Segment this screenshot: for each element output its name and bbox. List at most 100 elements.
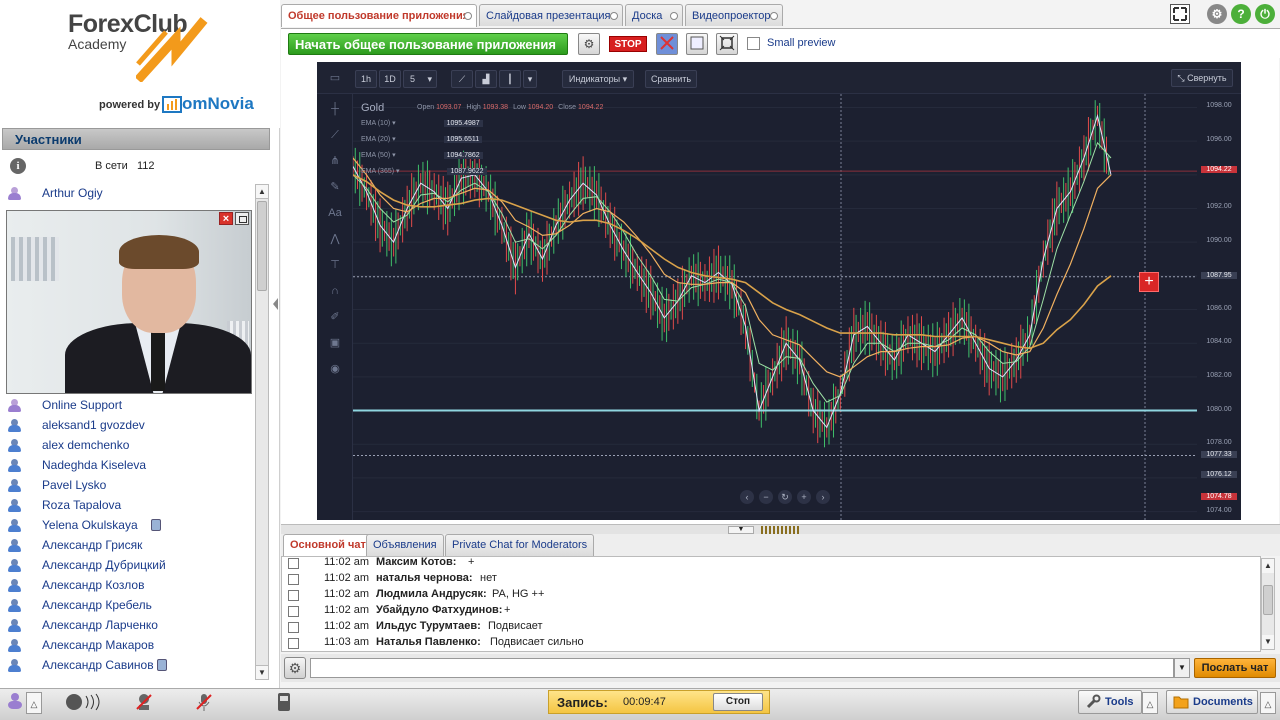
participant-row[interactable]: Александр Кребель [8, 597, 248, 615]
chevron-up-icon[interactable]: △ [1260, 692, 1276, 714]
scroll-down-icon[interactable]: ▼ [1262, 635, 1274, 649]
brush-icon[interactable]: ✎ [327, 180, 343, 194]
phone-icon[interactable] [274, 692, 294, 714]
text-tool-icon[interactable]: Aa [327, 206, 343, 220]
collapse-arrow-icon[interactable]: ▼ [728, 526, 754, 534]
tab-slides[interactable]: Слайдовая презентация [479, 4, 623, 26]
scroll-up-icon[interactable]: ▲ [1262, 559, 1274, 573]
share-settings-gear-icon[interactable]: ⚙ [578, 33, 600, 55]
chart-type-icon[interactable]: ▭ [327, 71, 343, 85]
documents-button[interactable]: Documents [1166, 690, 1258, 714]
tools-button[interactable]: Tools [1078, 690, 1142, 714]
tab-video-projector[interactable]: Видеопроектор [685, 4, 783, 26]
participant-presenter[interactable]: Arthur Ogiy [8, 185, 248, 203]
speaker-volume-icon[interactable] [64, 692, 112, 714]
participant-row[interactable]: Александр Макаров [8, 637, 248, 655]
chevron-down-icon[interactable]: ▾ [523, 70, 537, 88]
ema-legend-item[interactable]: EMA (10) ▾ 1095.4987 [361, 119, 483, 127]
participant-row[interactable]: Nadeghda Kiseleva [8, 457, 248, 475]
chart-scroll-left-icon[interactable]: ‹ [740, 490, 754, 504]
settings-gear-icon[interactable]: ⚙ [1207, 4, 1227, 24]
price-chart[interactable]: ▭ 1h 1D 5 ▾ ⟋ ▟ ┃ ▾ Индикаторы ▾ Сравнить… [317, 62, 1241, 520]
remote-control-icon[interactable] [656, 33, 678, 55]
message-checkbox[interactable] [288, 622, 299, 633]
info-icon[interactable]: i [10, 158, 26, 174]
participant-row[interactable]: Александр Дубрицкий [8, 557, 248, 575]
participant-row[interactable]: Roza Tapalova [8, 497, 248, 515]
chat-settings-gear-icon[interactable]: ⚙ [284, 657, 306, 679]
chevron-up-icon[interactable]: △ [26, 692, 42, 714]
timeframe-dropdown[interactable]: 5 ▾ [403, 70, 437, 88]
magnet-icon[interactable]: ∩ [327, 284, 343, 298]
participant-row[interactable]: aleksand1 gvozdev [8, 417, 248, 435]
scroll-thumb[interactable] [1263, 585, 1273, 615]
help-icon[interactable]: ? [1231, 4, 1251, 24]
chevron-up-icon[interactable]: △ [1142, 692, 1158, 714]
ema-legend-item[interactable]: EMA (20) ▾ 1095.6511 [361, 135, 483, 143]
line-style-icon[interactable]: ⟋ [451, 70, 473, 88]
message-checkbox[interactable] [288, 606, 299, 617]
stop-sharing-button[interactable]: STOP [609, 36, 647, 52]
stop-recording-button[interactable]: Стоп [713, 693, 763, 711]
chart-reset-icon[interactable]: ↻ [778, 490, 792, 504]
area-style-icon[interactable]: ▟ [475, 70, 497, 88]
participant-row[interactable]: Online Support [8, 397, 248, 415]
send-chat-button[interactable]: Послать чат [1194, 658, 1276, 678]
ema-legend-item[interactable]: EMA (50) ▾ 1094.7862 [361, 151, 483, 159]
participants-scrollbar[interactable]: ▲ ▼ [255, 184, 269, 680]
user-status-icon[interactable] [6, 692, 24, 714]
participant-row[interactable]: alex demchenko [8, 437, 248, 455]
scroll-up-icon[interactable]: ▲ [256, 185, 268, 199]
fork-icon[interactable]: ⋔ [327, 154, 343, 168]
scroll-thumb[interactable] [257, 201, 267, 291]
fit-screen-icon[interactable] [716, 33, 738, 55]
chat-dropdown-icon[interactable]: ▼ [1174, 658, 1190, 678]
pencil-icon[interactable]: ✐ [327, 310, 343, 324]
panel-divider[interactable]: ▼ [281, 524, 1280, 534]
lock-icon[interactable]: ▣ [327, 336, 343, 350]
pattern-icon[interactable]: ⋀ [327, 232, 343, 246]
tab-app-sharing[interactable]: Общее пользование приложения [281, 4, 477, 27]
tab-main-chat[interactable]: Основной чат [283, 534, 373, 556]
video-close-button[interactable]: × [219, 212, 233, 225]
trendline-icon[interactable]: ⟋ [327, 128, 343, 142]
chat-input[interactable] [310, 658, 1174, 678]
panel-collapse-handle[interactable] [272, 290, 279, 320]
webcam-off-icon[interactable] [134, 692, 154, 714]
participant-row[interactable]: Александр Ларченко [8, 617, 248, 635]
chart-scroll-right-icon[interactable]: › [816, 490, 830, 504]
scroll-down-icon[interactable]: ▼ [256, 665, 268, 679]
tab-whiteboard[interactable]: Доска [625, 4, 683, 26]
ema-legend-item[interactable]: EMA (365) ▾ 1087.9622 [361, 167, 487, 175]
indicators-dropdown[interactable]: Индикаторы ▾ [562, 70, 634, 88]
participant-row[interactable]: Yelena Okulskaya [8, 517, 248, 535]
timeframe-1h-button[interactable]: 1h [355, 70, 377, 88]
start-sharing-button[interactable]: Начать общее пользование приложения [288, 33, 568, 55]
microphone-off-icon[interactable] [194, 692, 214, 714]
compare-button[interactable]: Сравнить [645, 70, 697, 88]
message-checkbox[interactable] [288, 638, 299, 649]
message-checkbox[interactable] [288, 590, 299, 601]
video-maximize-button[interactable] [235, 212, 249, 225]
message-checkbox[interactable] [288, 558, 299, 569]
chat-scrollbar[interactable]: ▲ ▼ [1261, 558, 1275, 650]
resize-grip[interactable] [761, 526, 799, 534]
message-checkbox[interactable] [288, 574, 299, 585]
participant-row[interactable]: Александр Савинов [8, 657, 248, 675]
candle-style-icon[interactable]: ┃ [499, 70, 521, 88]
eye-icon[interactable]: ◉ [327, 362, 343, 376]
chart-zoom-out-icon[interactable]: − [759, 490, 773, 504]
participant-row[interactable]: Александр Козлов [8, 577, 248, 595]
select-region-icon[interactable] [686, 33, 708, 55]
power-icon[interactable]: ⏻ [1255, 4, 1275, 24]
chart-zoom-in-icon[interactable]: + [797, 490, 811, 504]
tab-announcements[interactable]: Объявления [366, 534, 444, 556]
participant-row[interactable]: Pavel Lysko [8, 477, 248, 495]
small-preview-checkbox[interactable] [747, 37, 760, 50]
crosshair-icon[interactable]: ┼ [327, 102, 343, 116]
timeframe-1d-button[interactable]: 1D [379, 70, 401, 88]
measure-icon[interactable]: ⊤ [327, 258, 343, 272]
collapse-chart-button[interactable]: ⤡ Свернуть [1171, 69, 1233, 87]
fullscreen-icon[interactable] [1170, 4, 1190, 24]
participant-row[interactable]: Александр Грисяк [8, 537, 248, 555]
